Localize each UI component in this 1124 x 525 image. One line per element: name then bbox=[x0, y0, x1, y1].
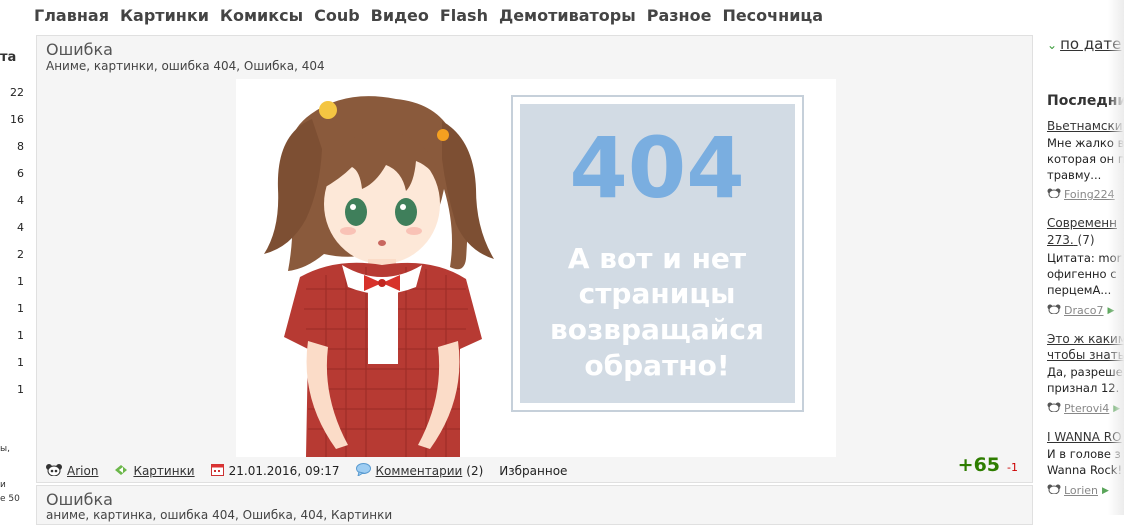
author-link[interactable]: Arion bbox=[67, 464, 98, 478]
rating-negative[interactable]: -1 bbox=[1007, 461, 1018, 474]
user-icon bbox=[46, 463, 62, 479]
post-card: Ошибка Аниме, картинки, ошибка 404, Ошиб… bbox=[36, 35, 1033, 483]
sidebar-comment-user: Lorien ▶ bbox=[1047, 484, 1109, 497]
post-card: Ошибка аниме, картинка, ошибка 404, Ошиб… bbox=[36, 485, 1033, 525]
sidebar-post-link[interactable]: 273. (7) bbox=[1047, 233, 1095, 247]
left-heading: та bbox=[0, 50, 17, 65]
favorite-button[interactable]: Избранное bbox=[499, 464, 567, 478]
category-icon bbox=[114, 463, 128, 480]
post-title: Ошибка bbox=[46, 490, 113, 509]
poster-message-line: возвращайся bbox=[550, 313, 764, 346]
user-icon bbox=[1047, 188, 1061, 201]
post-comments: Комментарии (2) bbox=[355, 463, 484, 479]
nav-misc[interactable]: Разное bbox=[647, 6, 712, 28]
nav-home[interactable]: Главная bbox=[34, 6, 109, 28]
category-link[interactable]: Картинки bbox=[133, 464, 194, 478]
count-value: 2 bbox=[17, 248, 24, 261]
nav-video[interactable]: Видео bbox=[371, 6, 429, 28]
count-value: 8 bbox=[17, 140, 24, 153]
comments-count: (2) bbox=[466, 464, 484, 478]
right-sidebar: ⌄ по дате Последни Вьетнамски Мне жалко в… bbox=[1040, 0, 1124, 515]
count-value: 6 bbox=[17, 167, 24, 180]
calendar-icon bbox=[210, 463, 224, 479]
count-value: 22 bbox=[10, 86, 24, 99]
favorite-label: Избранное bbox=[499, 464, 568, 478]
poster-message-line: обратно! bbox=[584, 349, 729, 382]
sidebar-comment-user: Foing224 bbox=[1047, 188, 1115, 201]
scrollbar-edge bbox=[1108, 0, 1124, 515]
nav-pictures[interactable]: Картинки bbox=[120, 6, 209, 28]
count-value: 1 bbox=[17, 302, 24, 315]
anime-girl-illustration: 404 А вот и нет страницы возвращайся обр… bbox=[264, 95, 804, 457]
top-nav: Главная Картинки Комиксы Coub Видео Flas… bbox=[34, 6, 834, 28]
poster-message-line: страницы bbox=[579, 277, 736, 310]
sidebar-comment-text: травму... bbox=[1047, 168, 1102, 182]
text-fragment: и bbox=[0, 480, 6, 490]
user-link[interactable]: Lorien bbox=[1064, 484, 1098, 497]
user-icon bbox=[1047, 484, 1061, 497]
post-tags[interactable]: аниме, картинка, ошибка 404, Ошибка, 404… bbox=[46, 508, 392, 522]
user-link[interactable]: Pterovi4 bbox=[1064, 402, 1109, 415]
user-link[interactable]: Draco7 bbox=[1064, 304, 1104, 317]
count-value: 1 bbox=[17, 275, 24, 288]
post-title: Ошибка bbox=[46, 40, 113, 59]
sidebar-post-link[interactable]: Современн bbox=[1047, 216, 1117, 230]
count-value: 1 bbox=[17, 356, 24, 369]
nav-comics[interactable]: Комиксы bbox=[220, 6, 303, 28]
left-sidebar: та 22 16 8 6 4 4 2 1 1 1 1 1 ы, и е 50 bbox=[0, 0, 32, 515]
poster-404-text: 404 bbox=[569, 119, 744, 217]
user-icon bbox=[1047, 304, 1061, 317]
date-text: 21.01.2016, 09:17 bbox=[228, 464, 340, 478]
user-icon bbox=[1047, 402, 1061, 415]
sidebar-post-count: (7) bbox=[1077, 233, 1095, 247]
text-fragment: ы, bbox=[0, 444, 10, 454]
count-value: 1 bbox=[17, 329, 24, 342]
comments-link[interactable]: Комментарии bbox=[376, 464, 463, 478]
count-value: 1 bbox=[17, 383, 24, 396]
sidebar-post-link-line2: 273. bbox=[1047, 233, 1074, 247]
post-footer: Arion Картинки 21.01.2016, 09:17 Коммент… bbox=[46, 463, 583, 479]
text-fragment: е 50 bbox=[0, 494, 20, 504]
speech-bubble-icon bbox=[355, 463, 371, 479]
sidebar-comment-text: офигенно с bbox=[1047, 267, 1117, 281]
chevron-down-icon: ⌄ bbox=[1047, 38, 1058, 52]
rating-positive[interactable]: +65 bbox=[958, 454, 1000, 476]
sidebar-comment-text: перцемА... bbox=[1047, 283, 1112, 297]
nav-sandbox[interactable]: Песочница bbox=[722, 6, 823, 28]
post-image[interactable]: 404 А вот и нет страницы возвращайся обр… bbox=[236, 79, 836, 457]
post-tags[interactable]: Аниме, картинки, ошибка 404, Ошибка, 404 bbox=[46, 59, 325, 73]
post-author: Arion bbox=[46, 463, 98, 479]
sidebar-comment-user: Draco7 ▶ bbox=[1047, 304, 1114, 317]
count-value: 16 bbox=[10, 113, 24, 126]
count-value: 4 bbox=[17, 194, 24, 207]
poster-message-line: А вот и нет bbox=[568, 242, 747, 275]
post-category: Картинки bbox=[114, 463, 195, 480]
post-rating: +65 -1 bbox=[958, 454, 1018, 476]
nav-coub[interactable]: Coub bbox=[314, 6, 360, 28]
count-value: 4 bbox=[17, 221, 24, 234]
nav-demotivators[interactable]: Демотиваторы bbox=[499, 6, 636, 28]
nav-flash[interactable]: Flash bbox=[440, 6, 488, 28]
post-date: 21.01.2016, 09:17 bbox=[210, 463, 340, 479]
